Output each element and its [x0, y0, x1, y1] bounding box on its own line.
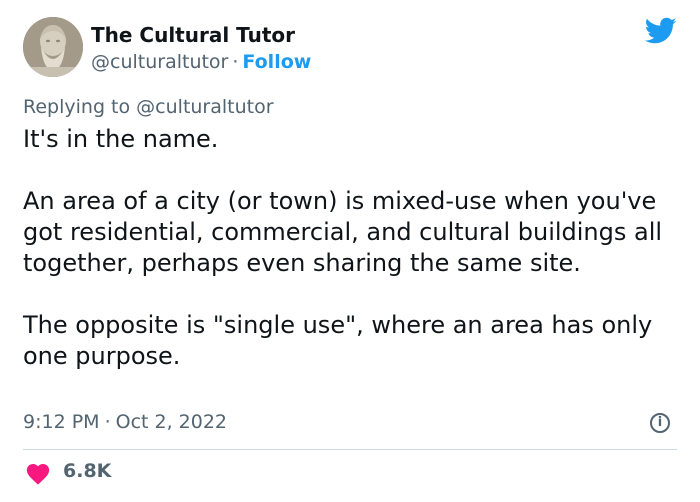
- heart-icon[interactable]: [25, 461, 51, 485]
- tweet-paragraph: An area of a city (or town) is mixed-use…: [23, 187, 663, 277]
- meta-separator: ·: [232, 51, 239, 73]
- author-handle[interactable]: @culturaltutor: [91, 51, 228, 73]
- reply-context: Replying to @culturaltutor: [23, 96, 274, 118]
- tweet-text: It's in the name. An area of a city (or …: [23, 124, 673, 372]
- twitter-bird-icon[interactable]: [645, 17, 677, 45]
- like-count[interactable]: 6.8K: [63, 460, 111, 482]
- author-meta: @culturaltutor · Follow: [91, 51, 311, 73]
- tweet-time: 9:12 PM: [23, 411, 100, 433]
- avatar[interactable]: [23, 17, 83, 77]
- reply-prefix: Replying to: [23, 96, 131, 118]
- follow-button[interactable]: Follow: [242, 51, 311, 73]
- divider: [23, 449, 677, 450]
- tweet-date: Oct 2, 2022: [115, 411, 228, 433]
- tweet-paragraph: It's in the name.: [23, 125, 219, 153]
- reply-mention[interactable]: @culturaltutor: [136, 96, 273, 118]
- tweet-paragraph: The opposite is "single use", where an a…: [23, 311, 653, 370]
- author-name[interactable]: The Cultural Tutor: [91, 23, 295, 47]
- tweet-timestamp[interactable]: 9:12 PM · Oct 2, 2022: [23, 411, 227, 433]
- time-separator: ·: [104, 411, 111, 433]
- bust-portrait-image: [23, 17, 83, 77]
- info-icon[interactable]: i: [650, 413, 670, 433]
